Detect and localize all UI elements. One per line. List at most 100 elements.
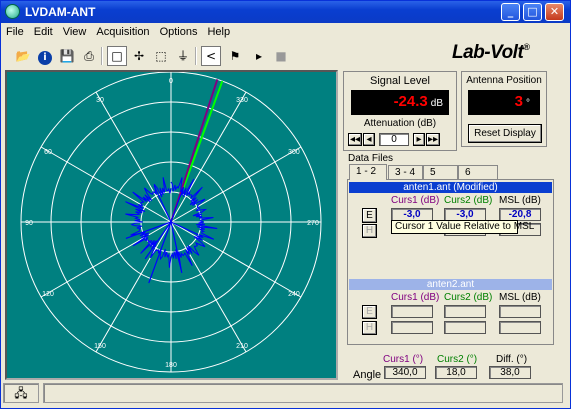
antenna-position-unit: °: [526, 98, 530, 109]
minimize-button[interactable]: _: [501, 3, 520, 21]
polar-spoke: [170, 221, 247, 353]
attenuation-first-button[interactable]: ◂◂: [348, 133, 362, 146]
dipole-icon[interactable]: ✢: [129, 46, 149, 66]
angle-tick-label: 0: [169, 78, 173, 85]
file2-curs1-e-field: [391, 305, 433, 318]
chevron-left-icon[interactable]: <: [201, 46, 221, 66]
network-icon: 🖧: [3, 383, 39, 403]
attenuation-next-button[interactable]: ▸: [413, 133, 425, 146]
attenuation-last-button[interactable]: ▸▸: [426, 133, 440, 146]
file1-curs1-header: Curs1 (dB): [391, 195, 440, 206]
angle-tick-label: 210: [236, 343, 248, 350]
tab-6[interactable]: 6: [458, 165, 498, 180]
angle-tick-label: 150: [94, 343, 106, 350]
title-bar: LVDAM-ANT _ □ ✕: [1, 1, 570, 23]
file2-msl-h-field: [499, 321, 541, 334]
attenuation-label: Attenuation (dB): [363, 118, 437, 129]
toolbar-separator: [195, 47, 197, 65]
file1-name: anten1.ant (Modified): [349, 182, 552, 193]
signal-level-unit: dB: [430, 98, 443, 109]
polar-plot-svg: 0 30 60 90 120 150 180 210 240 270 300 330: [20, 72, 322, 373]
square-icon[interactable]: □: [107, 46, 127, 66]
status-text-field: [43, 383, 563, 403]
file2-curs1-h-field: [391, 321, 433, 334]
polar-spoke: [95, 91, 172, 223]
status-bar: 🖧: [1, 380, 570, 408]
tab-1-2[interactable]: 1 - 2: [349, 164, 387, 180]
angle-curs1-value: 340,0: [384, 366, 426, 379]
file2-h-plane-button[interactable]: H: [362, 321, 377, 335]
ground-icon[interactable]: ⏚: [173, 46, 193, 66]
play-icon[interactable]: ▸: [249, 46, 269, 66]
file1-h-plane-button[interactable]: H: [362, 224, 377, 238]
window-title: LVDAM-ANT: [25, 5, 96, 19]
file1-e-plane-button[interactable]: E: [362, 208, 377, 223]
polar-spoke: [40, 146, 172, 223]
attenuation-prev-button[interactable]: ◂: [363, 133, 375, 146]
angle-tick-label: 270: [307, 220, 319, 227]
tab-5[interactable]: 5: [423, 165, 458, 180]
menu-edit[interactable]: Edit: [29, 23, 58, 42]
file2-curs2-e-field: [444, 305, 486, 318]
angle-tick-label: 240: [288, 291, 300, 298]
menu-file[interactable]: File: [1, 23, 29, 42]
data-files-label: Data Files: [348, 153, 394, 164]
signal-level-heading: Signal Level: [370, 75, 430, 87]
antenna-position-heading: Antenna Position: [466, 75, 542, 86]
data-files-panel: anten1.ant (Modified) Curs1 (dB) Curs2 (…: [347, 179, 554, 345]
angle-tick-label: 60: [44, 149, 52, 156]
angle-curs2-value: 18,0: [435, 366, 477, 379]
menu-options[interactable]: Options: [155, 23, 203, 42]
reset-display-button[interactable]: Reset Display: [468, 124, 542, 143]
angle-curs2-header: Curs2 (°): [437, 354, 478, 365]
menu-help[interactable]: Help: [202, 23, 235, 42]
angle-curs1-header: Curs1 (°): [383, 354, 424, 365]
file2-msl-e-field: [499, 305, 541, 318]
signal-level-panel: Signal Level -24.3 dB Attenuation (dB) ◂◂…: [343, 71, 457, 151]
trace-spike: [170, 221, 183, 273]
menu-acquisition[interactable]: Acquisition: [91, 23, 154, 42]
file2-curs1-header: Curs1 (dB): [391, 292, 440, 303]
tooltip: Cursor 1 Value Relative to MSL: [391, 220, 534, 234]
antenna-position-value: 3: [514, 93, 523, 110]
app-window: LVDAM-ANT _ □ ✕ File Edit View Acquisition O…: [0, 0, 571, 409]
app-icon: [5, 4, 20, 19]
menu-view[interactable]: View: [58, 23, 92, 42]
angle-tick-label: 330: [236, 97, 248, 104]
angle-diff-header: Diff. (°): [496, 354, 528, 365]
file2-name: anten2.ant: [349, 279, 552, 290]
angle-tick-label: 300: [288, 149, 300, 156]
signal-level-display: -24.3 dB: [351, 90, 449, 115]
file1-curs2-header: Curs2 (dB): [444, 195, 493, 206]
open-folder-icon[interactable]: 📂: [13, 46, 33, 66]
signal-level-value: -24.3: [393, 93, 428, 110]
file2-e-plane-button[interactable]: E: [362, 305, 377, 319]
tab-3-4[interactable]: 3 - 4: [388, 165, 423, 180]
angle-diff-value: 38,0: [489, 366, 531, 379]
antenna-position-display: 3 °: [468, 90, 540, 115]
angle-tick-label: 180: [165, 362, 177, 369]
polar-plot: 0 30 60 90 120 150 180 210 240 270 300 330: [5, 70, 338, 380]
close-button[interactable]: ✕: [545, 3, 564, 21]
stop-icon[interactable]: ■: [271, 46, 291, 66]
polar-spoke: [170, 91, 247, 223]
antenna-position-panel: Antenna Position 3 ° Reset Display: [461, 71, 547, 147]
info-icon[interactable]: i: [35, 46, 55, 66]
lab-volt-logo: Lab-Volt®: [452, 42, 530, 63]
save-icon[interactable]: 💾: [57, 46, 77, 66]
print-icon[interactable]: ⎙: [79, 46, 99, 66]
polar-spoke: [40, 221, 172, 298]
angle-tick-label: 30: [96, 97, 104, 104]
flag-icon[interactable]: ⚑: [225, 46, 245, 66]
trace-spike: [170, 188, 184, 223]
file2-msl-header: MSL (dB): [499, 292, 541, 303]
maximize-button[interactable]: □: [523, 3, 542, 21]
attenuation-value[interactable]: 0: [379, 133, 409, 146]
file2-curs2-header: Curs2 (dB): [444, 292, 493, 303]
toolbar-separator: [101, 47, 103, 65]
cube-icon[interactable]: ⬚: [151, 46, 171, 66]
polar-spoke: [170, 221, 302, 298]
file2-curs2-h-field: [444, 321, 486, 334]
file1-msl-header: MSL (dB): [499, 195, 541, 206]
angle-tick-label: 120: [42, 291, 54, 298]
